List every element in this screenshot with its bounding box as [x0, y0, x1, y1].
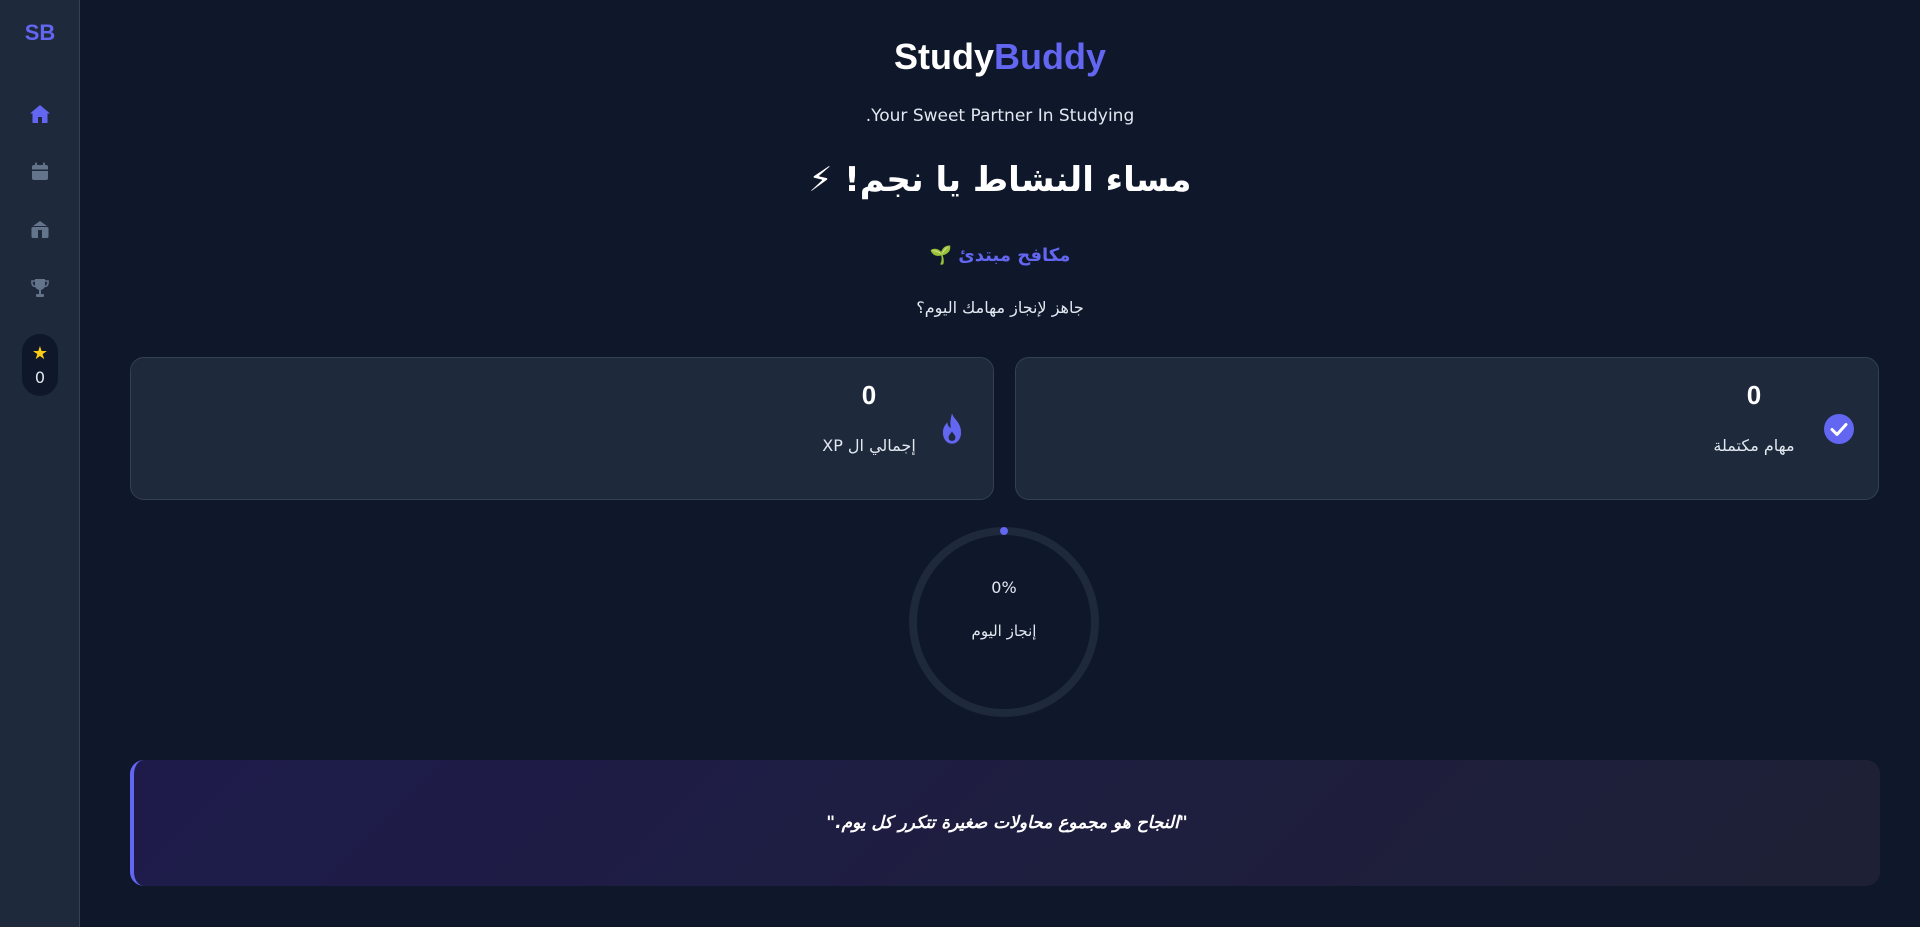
total-xp-card: 0 إجمالي ال XP [130, 357, 994, 500]
completed-tasks-card: 0 مهام مكتملة [1015, 357, 1879, 500]
nav-home-button[interactable] [22, 96, 58, 132]
motivational-quote-card: "النجاح هو مجموع محاولات صغيرة تتكرر كل … [130, 760, 1880, 886]
calendar-icon [32, 162, 48, 180]
app-title: StudyBuddy [80, 36, 1920, 78]
nav-trophy-button[interactable] [22, 270, 58, 306]
ready-prompt: جاهز لإنجاز مهامك اليوم؟ [916, 298, 1084, 317]
total-xp-label: إجمالي ال XP [822, 436, 916, 455]
progress-percent: 0% [991, 578, 1017, 597]
rank-badge: مكافح مبتدئ 🌱 [929, 245, 1071, 266]
check-circle-icon [1822, 412, 1856, 446]
home-icon [30, 105, 50, 123]
completed-tasks-value: 0 [1746, 380, 1762, 410]
logo[interactable]: SB [0, 20, 80, 46]
nav-calendar-button[interactable] [22, 154, 58, 190]
quote-text: "النجاح هو مجموع محاولات صغيرة تتكرر كل … [826, 813, 1188, 833]
xp-badge: ★ 0 [22, 334, 58, 396]
xp-badge-value: 0 [34, 367, 46, 387]
progress-label: إنجاز اليوم [971, 622, 1037, 640]
greeting: مساء النشاط يا نجم! ⚡ [808, 160, 1192, 200]
tagline: Your Sweet Partner In Studying. [865, 106, 1135, 126]
trophy-icon [31, 279, 49, 297]
daily-progress-ring: 0% إنجاز اليوم [908, 526, 1100, 718]
fire-icon [935, 412, 969, 446]
shop-icon [31, 221, 49, 238]
nav-shop-button[interactable] [22, 212, 58, 248]
main-content: StudyBuddy Your Sweet Partner In Studyin… [80, 0, 1920, 927]
star-icon: ★ [31, 342, 49, 364]
completed-tasks-label: مهام مكتملة [1713, 436, 1795, 455]
total-xp-value: 0 [861, 380, 877, 410]
brand-buddy: Buddy [994, 36, 1106, 77]
brand-study: Study [893, 36, 994, 77]
sidebar: SB ★ 0 [0, 0, 80, 927]
